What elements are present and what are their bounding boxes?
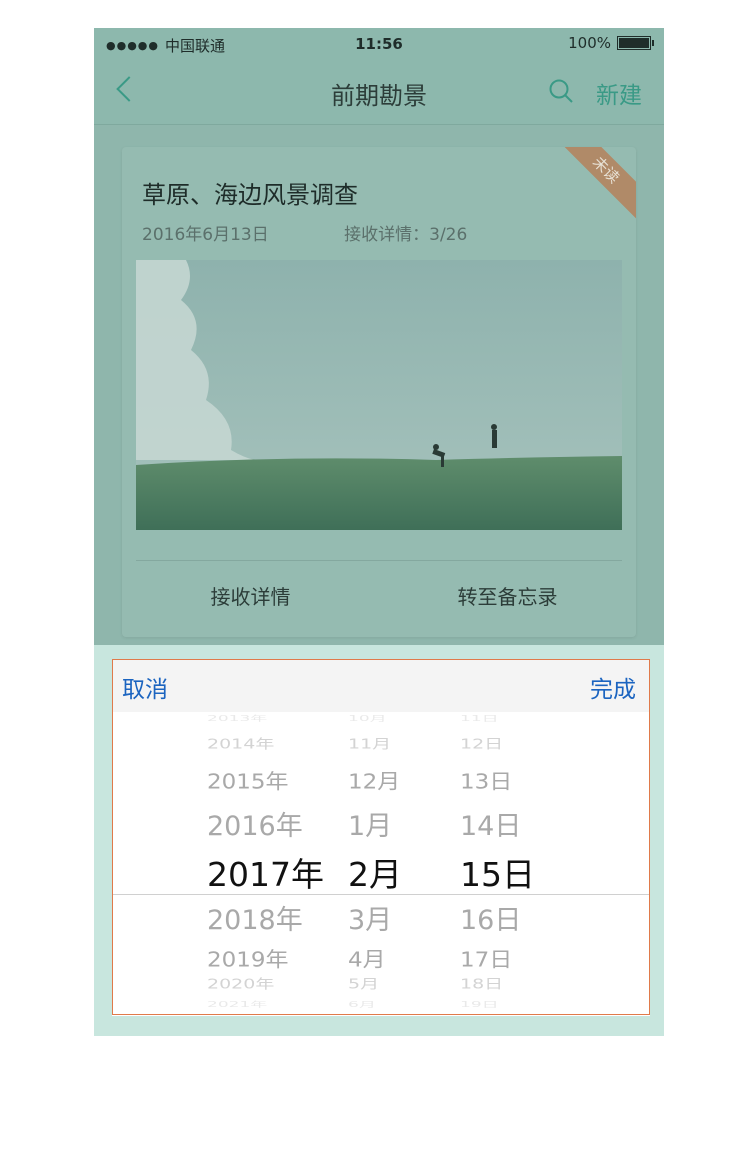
month-option[interactable]: 2月 bbox=[348, 848, 402, 896]
day-option[interactable]: 14日 bbox=[460, 804, 521, 843]
year-option[interactable]: 2013年 bbox=[207, 712, 267, 723]
month-option[interactable]: 5月 bbox=[348, 974, 379, 993]
status-bar: ●●●●● 中国联通 11:56 100% bbox=[94, 28, 664, 60]
receive-status: 接收详情：3/26 bbox=[344, 225, 468, 245]
survey-card[interactable]: 未读 草原、海边风景调查 2016年6月13日 接收详情：3/26 接收详情 转… bbox=[122, 147, 636, 637]
phone-screen: ●●●●● 中国联通 11:56 100% 前期勘景 新建 未读 草原、海边风景… bbox=[94, 28, 664, 1036]
month-option[interactable]: 6月 bbox=[348, 998, 376, 1009]
year-option[interactable]: 2021年 bbox=[207, 998, 267, 1009]
year-option[interactable]: 2017年 bbox=[207, 848, 324, 896]
month-option[interactable]: 1月 bbox=[348, 804, 392, 843]
content-area: 未读 草原、海边风景调查 2016年6月13日 接收详情：3/26 接收详情 转… bbox=[94, 125, 664, 645]
landscape-photo bbox=[136, 260, 622, 530]
unread-ribbon: 未读 bbox=[554, 147, 636, 222]
card-actions: 接收详情 转至备忘录 bbox=[122, 571, 636, 623]
battery-tip bbox=[652, 40, 654, 46]
year-option[interactable]: 2020年 bbox=[207, 974, 274, 993]
year-option[interactable]: 2015年 bbox=[207, 764, 289, 795]
picker-toolbar: 取消 完成 bbox=[112, 660, 650, 712]
nav-bar: 前期勘景 新建 bbox=[94, 60, 664, 125]
page-title: 前期勘景 bbox=[331, 82, 427, 110]
day-option[interactable]: 15日 bbox=[460, 848, 535, 896]
battery-icon bbox=[617, 36, 651, 50]
year-option[interactable]: 2014年 bbox=[207, 734, 274, 753]
card-meta: 2016年6月13日 接收详情：3/26 bbox=[142, 220, 467, 245]
month-option[interactable]: 3月 bbox=[348, 898, 392, 937]
new-button[interactable]: 新建 bbox=[596, 76, 642, 110]
day-option[interactable]: 19日 bbox=[460, 998, 499, 1009]
date-picker[interactable]: 2013年 2014年 2015年 2016年 2017年 2018年 2019年 2020年… bbox=[112, 712, 650, 1016]
month-option[interactable]: 10月 bbox=[348, 712, 387, 723]
done-button[interactable]: 完成 bbox=[590, 670, 636, 704]
month-option[interactable]: 11月 bbox=[348, 734, 391, 753]
day-option[interactable]: 13日 bbox=[460, 764, 512, 795]
cancel-button[interactable]: 取消 bbox=[122, 670, 168, 704]
card-date: 2016年6月13日 bbox=[142, 225, 269, 245]
day-option[interactable]: 18日 bbox=[460, 974, 503, 993]
month-option[interactable]: 12月 bbox=[348, 764, 400, 795]
receive-details-button[interactable]: 接收详情 bbox=[122, 571, 379, 623]
move-to-memo-button[interactable]: 转至备忘录 bbox=[379, 571, 636, 623]
search-icon[interactable] bbox=[548, 78, 574, 104]
day-option[interactable]: 17日 bbox=[460, 942, 512, 973]
month-option[interactable]: 4月 bbox=[348, 942, 386, 973]
battery-percent: 100% bbox=[568, 34, 611, 52]
year-option[interactable]: 2019年 bbox=[207, 942, 289, 973]
card-divider bbox=[136, 560, 622, 561]
year-option[interactable]: 2016年 bbox=[207, 804, 303, 843]
card-title: 草原、海边风景调查 bbox=[142, 181, 358, 209]
status-right: 100% bbox=[568, 34, 654, 52]
day-option[interactable]: 16日 bbox=[460, 898, 521, 937]
day-option[interactable]: 11日 bbox=[460, 712, 499, 723]
day-option[interactable]: 12日 bbox=[460, 734, 503, 753]
year-option[interactable]: 2018年 bbox=[207, 898, 303, 937]
